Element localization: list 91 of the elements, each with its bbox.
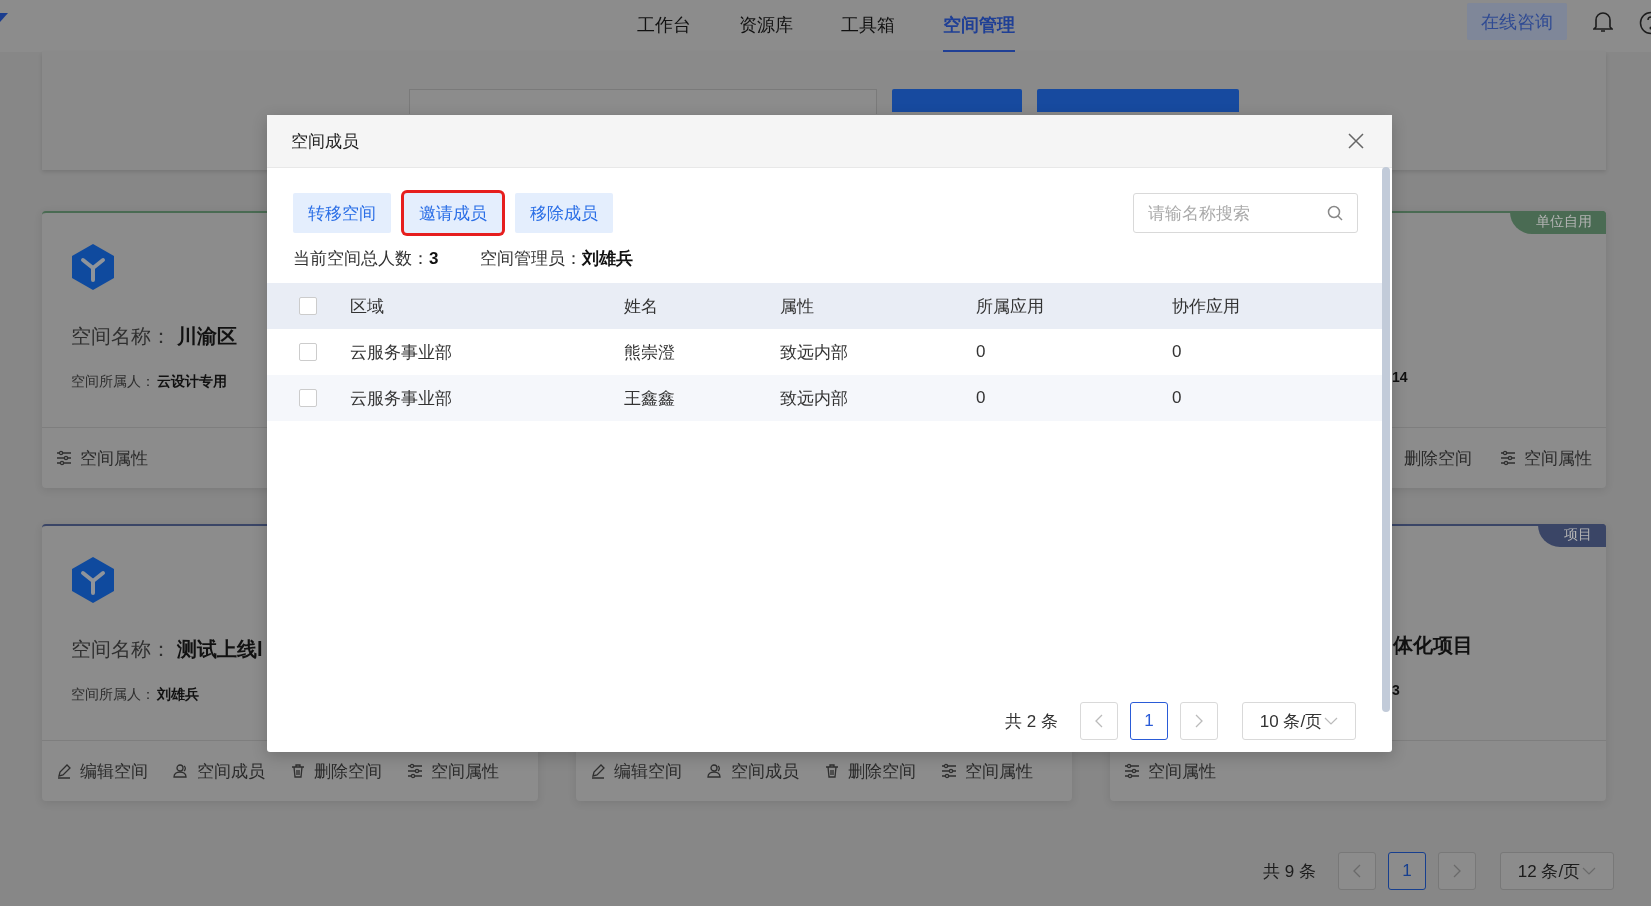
- new-space-button[interactable]: [892, 89, 1022, 112]
- row-checkbox[interactable]: [299, 343, 317, 361]
- consult-button[interactable]: 在线咨询: [1467, 3, 1567, 40]
- column-header: 属性: [780, 296, 814, 316]
- table-cell: 0: [1172, 342, 1182, 361]
- trash-icon: [290, 763, 306, 779]
- card-action-link[interactable]: 删除空间: [1404, 446, 1472, 470]
- name-label: 空间名称：: [71, 637, 171, 662]
- row-checkbox[interactable]: [299, 389, 317, 407]
- table-cell: 王鑫鑫: [624, 388, 675, 408]
- table-cell: 云服务事业部: [350, 388, 452, 408]
- summary-text: 当前空间总人数：3: [293, 247, 439, 270]
- owner-label: 空间所属人：: [71, 686, 155, 704]
- help-icon[interactable]: [1639, 11, 1651, 35]
- owner-label: 空间所属人：: [71, 373, 155, 391]
- owner-name: 云设计专用: [157, 373, 227, 391]
- chevron-down-icon: [1324, 716, 1339, 726]
- settings-icon: [1500, 450, 1516, 466]
- column-header: 协作应用: [1172, 296, 1240, 316]
- owner-name: 14: [1392, 369, 1408, 387]
- logo-icon: [0, 13, 8, 23]
- card-action-link[interactable]: 编辑空间: [590, 759, 707, 783]
- owner-name: 3: [1392, 682, 1400, 700]
- settings-icon: [1124, 763, 1140, 779]
- page-button[interactable]: 1: [1130, 702, 1168, 740]
- table-cell: 云服务事业部: [350, 342, 452, 362]
- chevron-right-icon: [1194, 714, 1204, 728]
- review-records-button[interactable]: [1037, 89, 1239, 112]
- close-icon[interactable]: [1348, 133, 1364, 149]
- chevron-down-icon: [1582, 866, 1597, 876]
- nav-tab[interactable]: 资源库: [738, 0, 793, 52]
- invite-member-button[interactable]: 邀请成员: [404, 193, 502, 233]
- nav-tab[interactable]: 工具箱: [840, 0, 895, 52]
- nav-tab[interactable]: 工作台: [636, 0, 691, 52]
- card-action-link[interactable]: 空间属性: [941, 759, 1058, 783]
- card-action-link[interactable]: 删除空间: [290, 759, 407, 783]
- card-action-link[interactable]: 空间属性: [407, 759, 524, 783]
- chevron-left-icon: [1352, 864, 1362, 878]
- settings-icon: [941, 763, 957, 779]
- users-icon: [707, 763, 723, 779]
- card-action-link[interactable]: 空间属性: [1500, 446, 1592, 470]
- table-cell: 0: [976, 388, 986, 407]
- card-action-link[interactable]: 空间属性: [56, 446, 180, 470]
- summary-text: 空间管理员：刘雄兵: [480, 247, 634, 270]
- card-action-link[interactable]: 编辑空间: [56, 759, 173, 783]
- search-placeholder: 请输名称搜索: [1148, 202, 1250, 225]
- settings-icon: [407, 763, 423, 779]
- total-count: 共 2 条: [1005, 710, 1058, 733]
- page-size-select[interactable]: 10 条/页: [1242, 702, 1356, 740]
- next-page-button[interactable]: [1438, 852, 1476, 890]
- category-tag: 项目: [1538, 524, 1606, 547]
- page-size-select[interactable]: 12 条/页: [1500, 852, 1614, 890]
- column-header: 区域: [350, 296, 384, 316]
- space-name: 测试上线l: [177, 637, 263, 662]
- table-cell: 致远内部: [780, 342, 848, 362]
- pencil-icon: [590, 763, 606, 779]
- table-cell: 0: [1172, 388, 1182, 407]
- owner-name: 刘雄兵: [157, 686, 199, 704]
- category-tag: 单位自用: [1510, 211, 1606, 234]
- cube-icon: [71, 556, 115, 604]
- chevron-right-icon: [1452, 864, 1462, 878]
- name-label: 空间名称：: [71, 324, 171, 349]
- dialog-title: 空间成员: [291, 130, 359, 153]
- space-name: 川渝区: [177, 324, 237, 349]
- page-button[interactable]: 1: [1388, 852, 1426, 890]
- column-header: 姓名: [624, 296, 658, 316]
- search-field[interactable]: [409, 89, 877, 114]
- settings-icon: [56, 450, 72, 466]
- pencil-icon: [56, 763, 72, 779]
- table-cell: 熊崇澄: [624, 342, 675, 362]
- card-action-link[interactable]: 空间属性: [1124, 759, 1248, 783]
- remove-member-button[interactable]: 移除成员: [515, 193, 613, 233]
- select-all-checkbox[interactable]: [299, 297, 317, 315]
- scrollbar[interactable]: [1382, 167, 1390, 712]
- space-name: 体化项目: [1393, 633, 1473, 658]
- card-action-link[interactable]: 空间成员: [707, 759, 824, 783]
- cube-icon: [71, 243, 115, 291]
- table-cell: 0: [976, 342, 986, 361]
- prev-page-button[interactable]: [1338, 852, 1376, 890]
- bell-icon[interactable]: [1593, 11, 1613, 33]
- column-header: 所属应用: [976, 296, 1044, 316]
- transfer-space-button[interactable]: 转移空间: [293, 193, 391, 233]
- chevron-left-icon: [1094, 714, 1104, 728]
- search-field[interactable]: 请输名称搜索: [1133, 193, 1358, 233]
- card-action-link[interactable]: 空间成员: [173, 759, 290, 783]
- search-icon: [1327, 205, 1343, 221]
- card-action-link[interactable]: 删除空间: [824, 759, 941, 783]
- total-count: 共 9 条: [1263, 860, 1316, 883]
- table-cell: 致远内部: [780, 388, 848, 408]
- trash-icon: [824, 763, 840, 779]
- users-icon: [173, 763, 189, 779]
